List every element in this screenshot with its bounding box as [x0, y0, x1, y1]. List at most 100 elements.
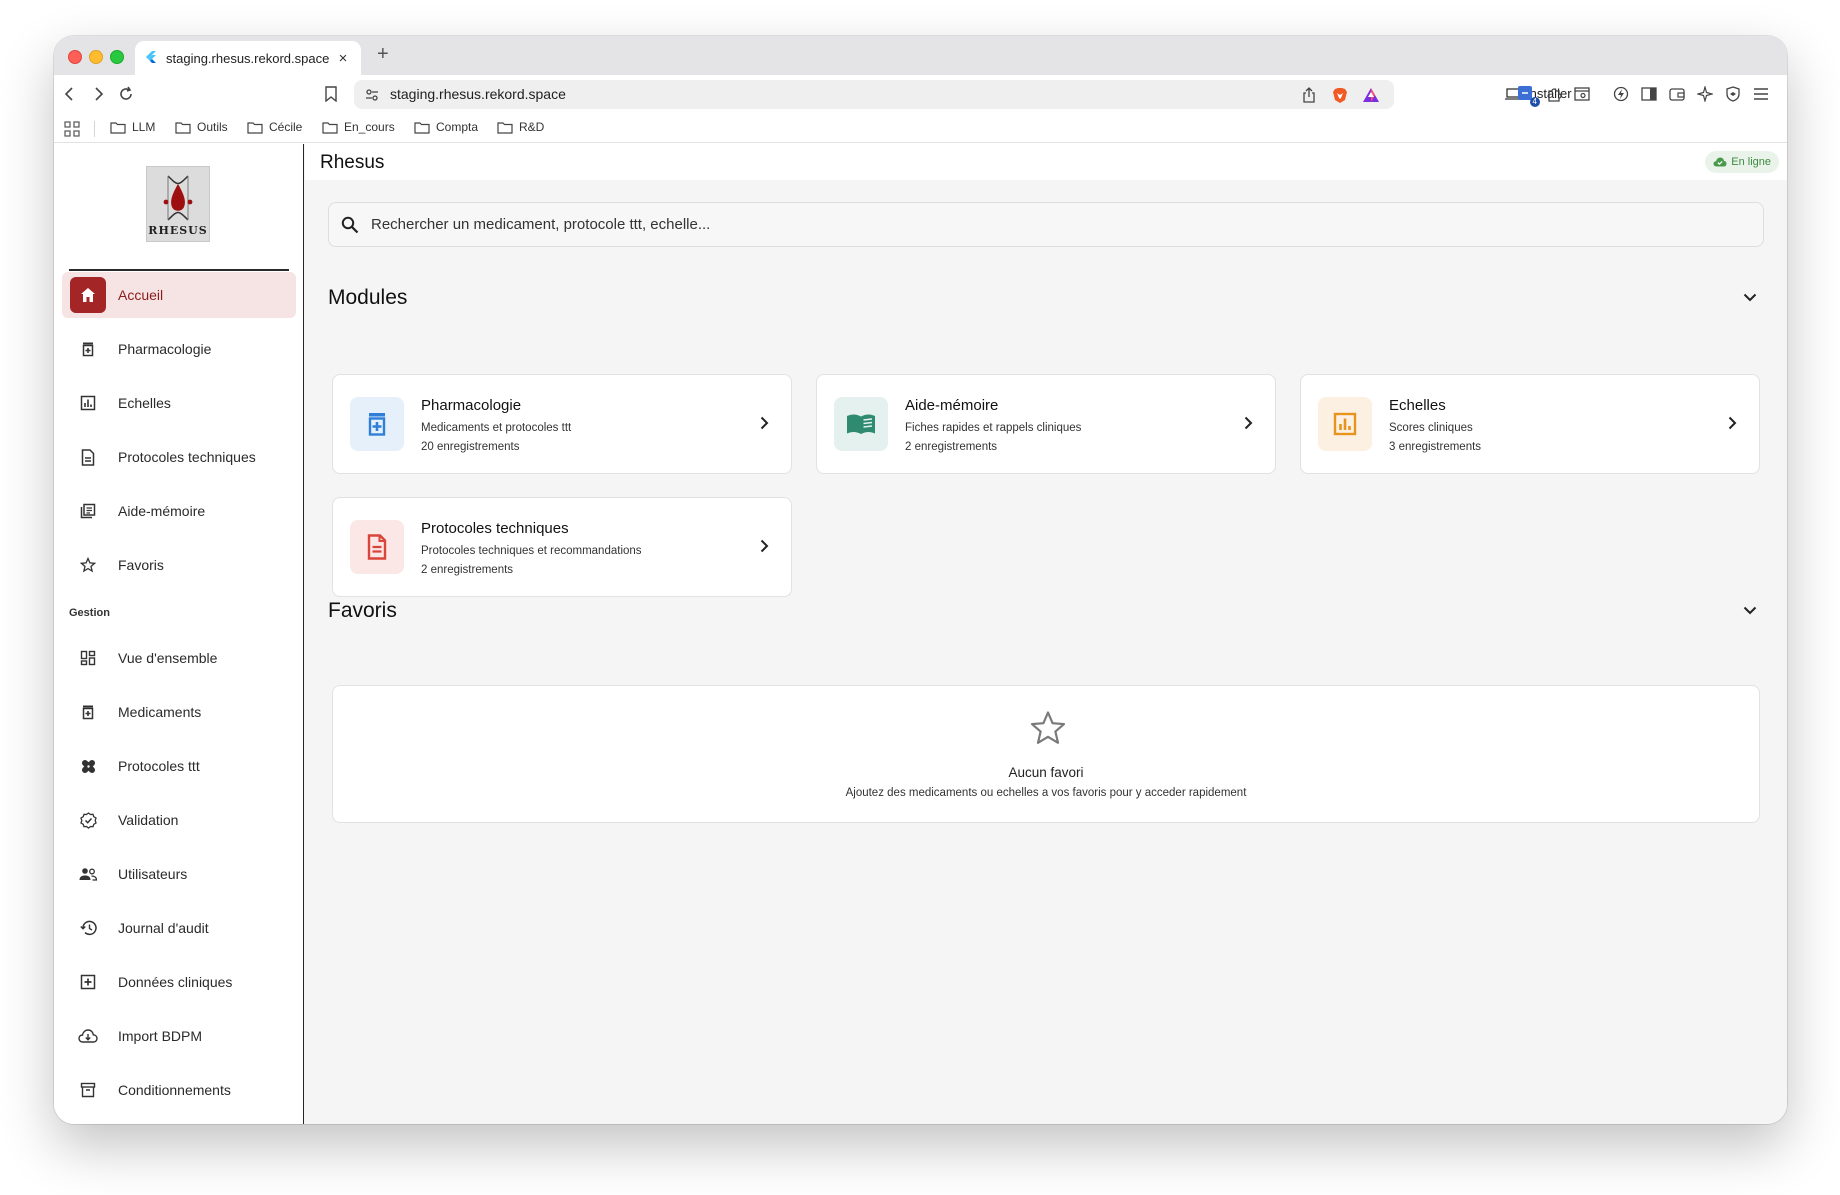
search-input[interactable] [371, 216, 1671, 233]
dashboard-icon [70, 640, 106, 676]
apps-grid-icon[interactable] [64, 121, 80, 142]
bookmark-folder-cecile[interactable]: Cécile [247, 120, 302, 134]
sparkle-icon[interactable] [1695, 84, 1715, 104]
sidebar-item-utilisateurs[interactable]: Utilisateurs [62, 851, 296, 897]
folder-icon [247, 121, 263, 134]
card-title: Pharmacologie [421, 397, 522, 414]
browser-tab[interactable]: staging.rhesus.rekord.space × [135, 41, 361, 75]
status-text: En ligne [1731, 156, 1771, 168]
chevron-right-icon [1244, 416, 1253, 435]
folder-icon [497, 121, 513, 134]
page-title: Rhesus [320, 152, 385, 173]
sidebar-toggle-icon[interactable] [1639, 84, 1659, 104]
favorites-empty-state: Aucun favori Ajoutez des medicaments ou … [332, 685, 1760, 823]
sidebar: RHESUS Accueil Pharmacologie Echelles Pr… [54, 144, 304, 1124]
chevron-right-icon [760, 416, 769, 435]
tab-close-icon[interactable]: × [335, 50, 351, 67]
bandage-icon [70, 748, 106, 784]
reload-icon[interactable] [116, 84, 136, 104]
folder-icon [322, 121, 338, 134]
card-title: Aide-mémoire [905, 397, 999, 414]
sidebar-item-import-bdpm[interactable]: Import BDPM [62, 1013, 296, 1059]
sidebar-item-echelles[interactable]: Echelles [62, 380, 296, 426]
modules-collapse-button[interactable] [1739, 286, 1761, 308]
menu-icon[interactable] [1751, 84, 1771, 104]
sidebar-item-favoris[interactable]: Favoris [62, 542, 296, 588]
chevron-down-icon [1743, 606, 1757, 614]
sidebar-item-label: Protocoles ttt [118, 758, 200, 774]
bookmark-folder-compta[interactable]: Compta [414, 120, 478, 134]
card-description: Fiches rapides et rappels cliniques [905, 422, 1082, 434]
sidebar-item-label: Données cliniques [118, 974, 233, 990]
module-card-pharmacologie[interactable]: Pharmacologie Medicaments et protocoles … [332, 374, 792, 474]
medication-icon [350, 397, 404, 451]
maximize-window-button[interactable] [110, 50, 124, 64]
sidebar-item-label: Vue d'ensemble [118, 650, 218, 666]
sidebar-item-label: Journal d'audit [118, 920, 209, 936]
book-icon [834, 397, 888, 451]
module-card-echelles[interactable]: Echelles Scores cliniques 3 enregistreme… [1300, 374, 1760, 474]
reader-mode-icon[interactable] [1572, 84, 1592, 104]
bookmark-folder-rd[interactable]: R&D [497, 120, 544, 134]
logo-divider [69, 269, 289, 271]
sidebar-item-medicaments[interactable]: Medicaments [62, 689, 296, 735]
back-icon[interactable] [60, 84, 80, 104]
bookmark-folder-llm[interactable]: LLM [110, 120, 155, 134]
sidebar-item-vue-ensemble[interactable]: Vue d'ensemble [62, 635, 296, 681]
bookmark-page-icon[interactable] [321, 84, 341, 104]
extensions-puzzle-icon[interactable] [1544, 84, 1564, 104]
empty-state-subtitle: Ajoutez des medicaments ou echelles a vo… [845, 787, 1247, 799]
card-title: Echelles [1389, 397, 1446, 414]
bookmark-folder-outils[interactable]: Outils [175, 120, 228, 134]
card-description: Protocoles techniques et recommandations [421, 545, 642, 557]
address-bar[interactable]: staging.rhesus.rekord.space Installer [354, 80, 1572, 109]
main-content: Rhesus En ligne Modules Pharmacologie [305, 144, 1787, 1124]
sidebar-item-pharmacologie[interactable]: Pharmacologie [62, 326, 296, 372]
card-description: Medicaments et protocoles ttt [421, 422, 572, 434]
card-title: Protocoles techniques [421, 520, 569, 537]
leo-ai-icon[interactable] [1611, 84, 1631, 104]
sidebar-item-aide-memoire[interactable]: Aide-mémoire [62, 488, 296, 534]
brave-shield-icon[interactable] [1330, 85, 1350, 105]
bookmark-folder-en-cours[interactable]: En_cours [322, 120, 395, 134]
sidebar-item-validation[interactable]: Validation [62, 797, 296, 843]
sidebar-item-label: Accueil [118, 287, 164, 303]
document-icon [350, 520, 404, 574]
chevron-down-icon [1743, 293, 1757, 301]
status-badge: En ligne [1705, 151, 1779, 173]
vpn-shield-icon[interactable] [1723, 84, 1743, 104]
extension-icon[interactable]: 4 [1516, 84, 1540, 107]
module-card-protocoles-techniques[interactable]: Protocoles techniques Protocoles techniq… [332, 497, 792, 597]
archive-icon [70, 1072, 106, 1108]
empty-state-title: Aucun favori [1008, 765, 1084, 780]
card-count: 2 enregistrements [421, 564, 514, 576]
brave-rewards-icon[interactable] [1361, 85, 1381, 105]
search-bar[interactable] [328, 202, 1764, 247]
document-icon [70, 439, 106, 475]
notes-icon [70, 493, 106, 529]
share-icon[interactable] [1299, 85, 1319, 105]
sidebar-item-conditionnements[interactable]: Conditionnements [62, 1067, 296, 1113]
flutter-favicon-icon [145, 51, 157, 65]
app-root: RHESUS Accueil Pharmacologie Echelles Pr… [54, 144, 1787, 1124]
chevron-right-icon [1728, 416, 1737, 435]
sidebar-item-label: Pharmacologie [118, 341, 212, 357]
wallet-icon[interactable] [1667, 84, 1687, 104]
module-card-aide-memoire[interactable]: Aide-mémoire Fiches rapides et rappels c… [816, 374, 1276, 474]
favorites-collapse-button[interactable] [1739, 599, 1761, 621]
close-window-button[interactable] [68, 50, 82, 64]
site-settings-icon[interactable] [362, 85, 382, 105]
bar-chart-icon [70, 385, 106, 421]
folder-icon [175, 121, 191, 134]
minimize-window-button[interactable] [89, 50, 103, 64]
sidebar-item-protocoles-techniques[interactable]: Protocoles techniques [62, 434, 296, 480]
card-description: Scores cliniques [1389, 422, 1473, 434]
forward-icon[interactable] [88, 84, 108, 104]
sidebar-item-protocoles-ttt[interactable]: Protocoles ttt [62, 743, 296, 789]
sidebar-item-accueil[interactable]: Accueil [62, 272, 296, 318]
cloud-done-icon [1713, 157, 1727, 167]
new-tab-button[interactable]: + [377, 43, 389, 66]
extension-badge: 4 [1529, 97, 1540, 107]
sidebar-item-journal-audit[interactable]: Journal d'audit [62, 905, 296, 951]
sidebar-item-donnees-cliniques[interactable]: Données cliniques [62, 959, 296, 1005]
